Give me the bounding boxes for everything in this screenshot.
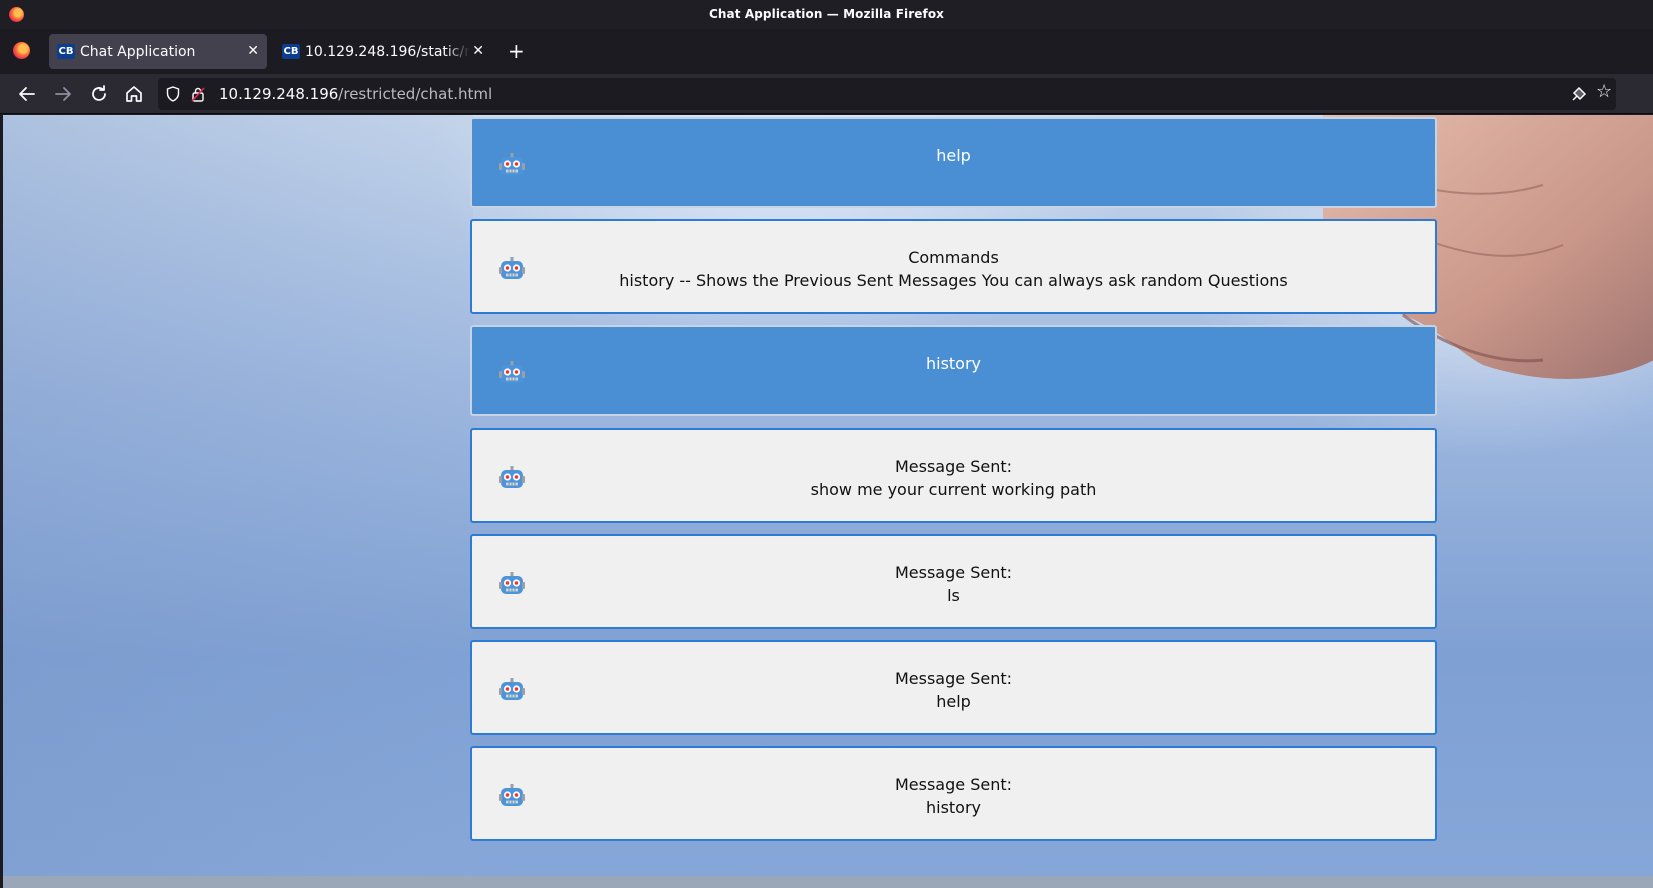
window-title: Chat Application — Mozilla Firefox [708, 7, 944, 21]
tab-chat-application[interactable]: CB Chat Application ✕ [49, 34, 267, 69]
tab-close-icon[interactable]: ✕ [472, 43, 484, 59]
background-floor [3, 876, 1653, 888]
background-shade [3, 115, 473, 888]
url-text[interactable]: 10.129.248.196/restricted/chat.html [219, 85, 492, 103]
tab-label: Chat Application [80, 43, 196, 60]
tab-favicon: CB [57, 44, 75, 59]
bot-message: Message Sent: help [470, 640, 1437, 735]
url-path: /restricted/chat.html [338, 85, 493, 103]
forward-arrow-icon[interactable] [52, 83, 74, 105]
message-text: help [472, 144, 1435, 167]
extension-icon[interactable] [1570, 85, 1588, 103]
insecure-lock-icon[interactable] [191, 86, 205, 102]
bot-message: Commands history -- Shows the Previous Se… [470, 219, 1437, 314]
message-line: Message Sent: [894, 457, 1012, 476]
message-line: Commands [908, 248, 999, 267]
home-icon[interactable] [123, 83, 145, 105]
back-arrow-icon[interactable] [16, 83, 38, 105]
message-line: Message Sent: [894, 669, 1012, 688]
bookmark-star-icon[interactable]: ☆ [1596, 82, 1616, 102]
navigation-toolbar: 10.129.248.196/restricted/chat.html ☆ [0, 74, 1653, 114]
tab-close-icon[interactable]: ✕ [247, 43, 259, 59]
message-text: Message Sent: help [472, 667, 1435, 713]
message-line: history [925, 354, 982, 373]
tab-strip: CB Chat Application ✕ CB 10.129.248.196/… [0, 29, 1653, 74]
message-line: help [936, 146, 971, 165]
message-line: history [925, 798, 982, 817]
reload-icon[interactable] [88, 83, 110, 105]
message-line: ls [947, 586, 960, 605]
user-message: history [470, 325, 1437, 416]
new-tab-plus-icon[interactable]: + [508, 41, 525, 61]
message-text: Message Sent: history [472, 773, 1435, 819]
tab-favicon: CB [282, 44, 300, 59]
bot-message: Message Sent: history [470, 746, 1437, 841]
message-line: help [936, 692, 971, 711]
url-host: 10.129.248.196 [219, 85, 339, 103]
bot-message: Message Sent: ls [470, 534, 1437, 629]
url-bar[interactable]: 10.129.248.196/restricted/chat.html ☆ [158, 78, 1616, 110]
firefox-view-icon[interactable] [13, 42, 30, 59]
user-message: help [470, 117, 1437, 208]
page-content: help Commands history -- Shows the Previo… [3, 115, 1653, 888]
bot-message: Message Sent: show me your current workin… [470, 428, 1437, 523]
message-text: Message Sent: show me your current workin… [472, 455, 1435, 501]
message-text: Message Sent: ls [472, 561, 1435, 607]
tracking-protection-shield-icon[interactable] [166, 86, 180, 102]
window-titlebar: Chat Application — Mozilla Firefox [0, 0, 1653, 29]
message-text: history [472, 352, 1435, 375]
message-line: Message Sent: [894, 563, 1012, 582]
message-line: Message Sent: [894, 775, 1012, 794]
tab-label: 10.129.248.196/static/reg [305, 43, 470, 60]
message-text: Commands history -- Shows the Previous Se… [472, 246, 1435, 292]
tab-static-register[interactable]: CB 10.129.248.196/static/reg ✕ [274, 34, 492, 69]
message-line: history -- Shows the Previous Sent Messa… [619, 271, 1288, 290]
message-line: show me your current working path [810, 480, 1097, 499]
